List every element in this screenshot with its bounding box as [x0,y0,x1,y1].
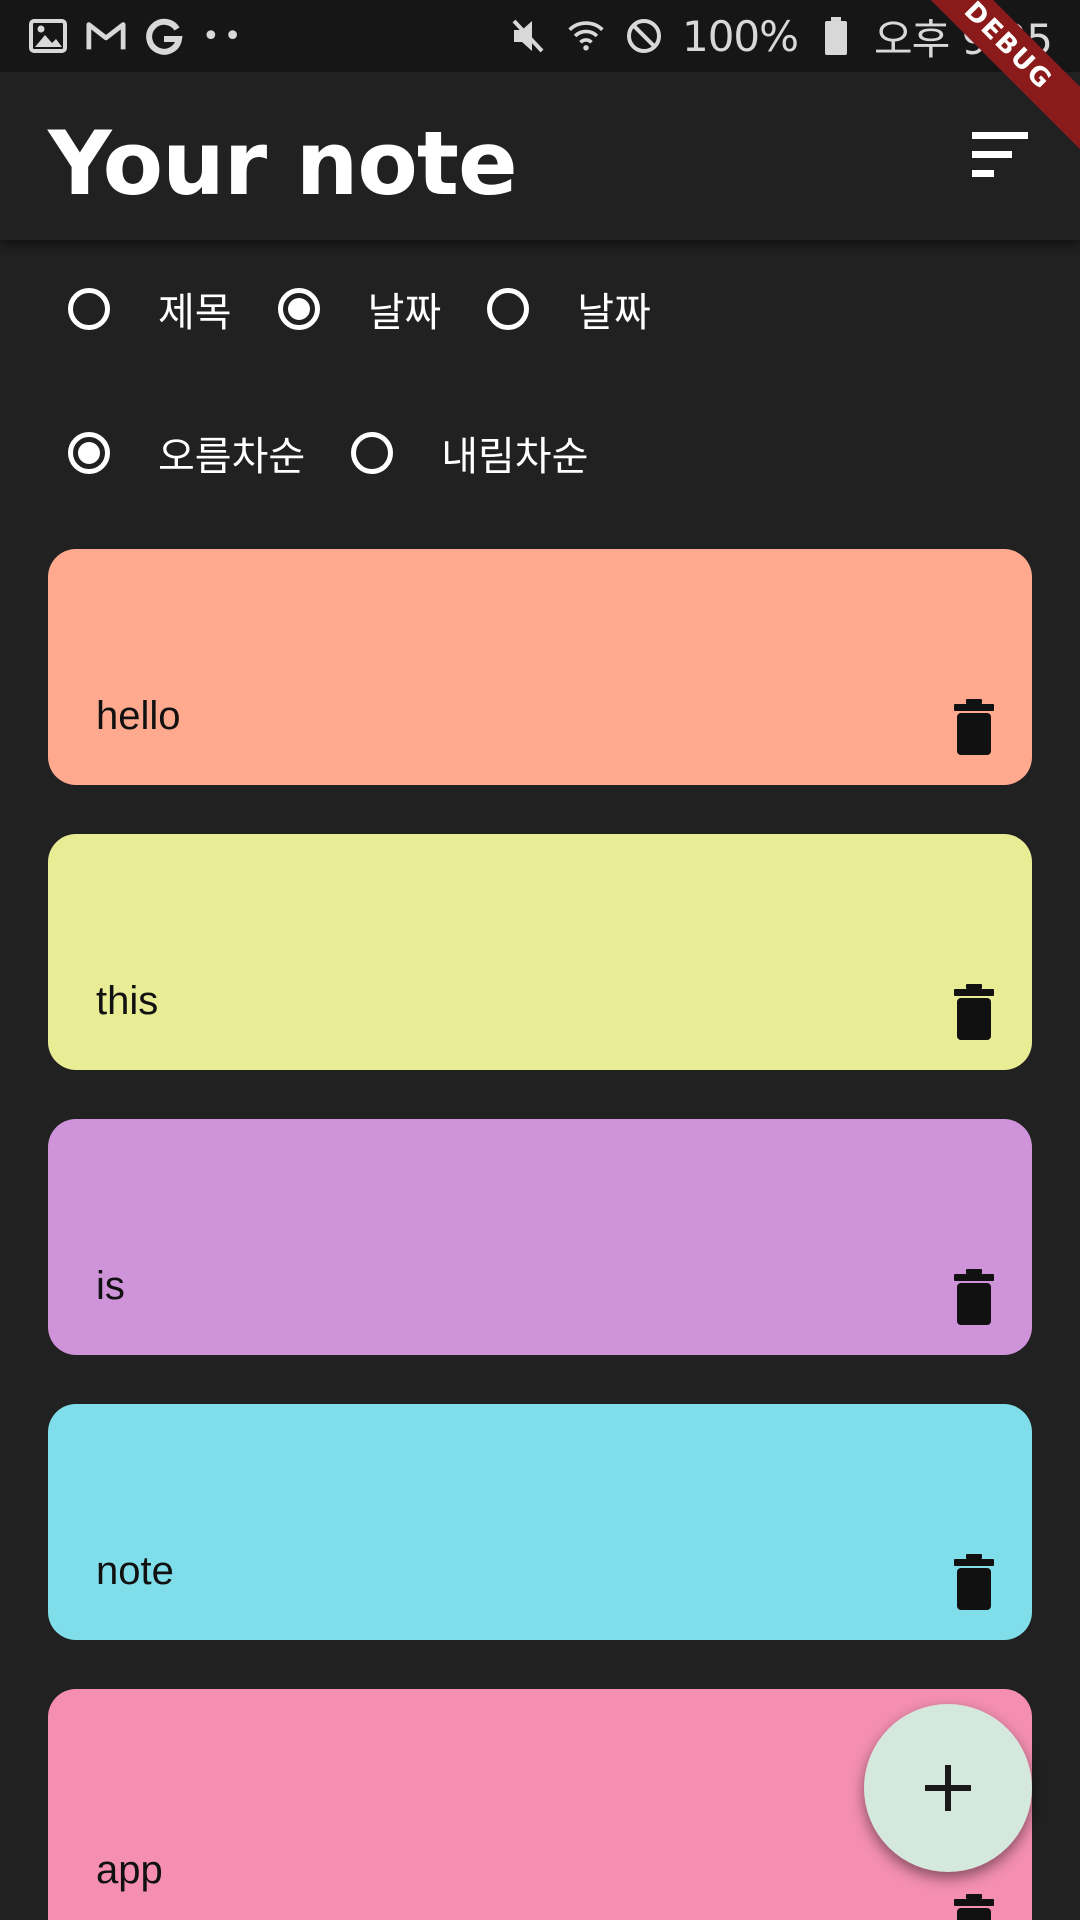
delete-icon[interactable] [954,699,994,755]
radio-label: 날짜 [577,290,651,336]
radio-sort-title[interactable] [68,288,110,330]
sort-icon-line [972,170,994,177]
radio-label: 내림차순 [441,434,589,480]
note-card[interactable]: is [48,1119,1032,1355]
wifi-icon [566,16,606,56]
sort-button[interactable] [972,130,1032,180]
status-bar: •• 100% 오후 9:25 [0,0,1080,72]
app-bar: Your note [0,72,1080,240]
add-icon [925,1765,971,1811]
radio-sort-date[interactable] [277,288,320,330]
radio-descending[interactable] [351,432,394,474]
status-left: •• [28,16,245,56]
note-title: is [96,1264,125,1308]
delete-icon[interactable] [954,984,994,1040]
note-card[interactable]: note [48,1404,1032,1640]
radio-label: 오름차순 [158,434,306,480]
do-not-disturb-icon [624,16,664,56]
add-note-button[interactable] [864,1704,1032,1872]
radio-label: 제목 [158,290,232,336]
sort-order-group: 오름차순 내림차순 [68,424,634,482]
note-title: app [96,1848,163,1892]
radio-sort-date-alt[interactable] [487,288,530,330]
note-card[interactable]: this [48,834,1032,1070]
note-title: hello [96,694,181,738]
screen: •• 100% 오후 9:25 DEBUG Your note 제목 날짜 날짜… [0,0,1080,1920]
gallery-icon [28,16,68,56]
battery-icon [816,16,856,56]
mute-icon [508,16,548,56]
delete-icon[interactable] [954,1894,994,1920]
note-card[interactable]: hello [48,549,1032,785]
google-icon [144,16,184,56]
delete-icon[interactable] [954,1554,994,1610]
sort-icon-line [972,151,1012,158]
page-title: Your note [48,112,518,215]
note-title: this [96,979,159,1023]
sort-icon [972,132,1028,139]
radio-ascending[interactable] [68,432,110,474]
gmail-icon [86,16,126,56]
more-notifications-icon: •• [202,18,246,54]
radio-label: 날짜 [367,290,442,336]
note-title: note [96,1549,174,1593]
battery-percent: 100% [681,11,799,61]
sort-field-group: 제목 날짜 날짜 [68,280,697,338]
delete-icon[interactable] [954,1269,994,1325]
